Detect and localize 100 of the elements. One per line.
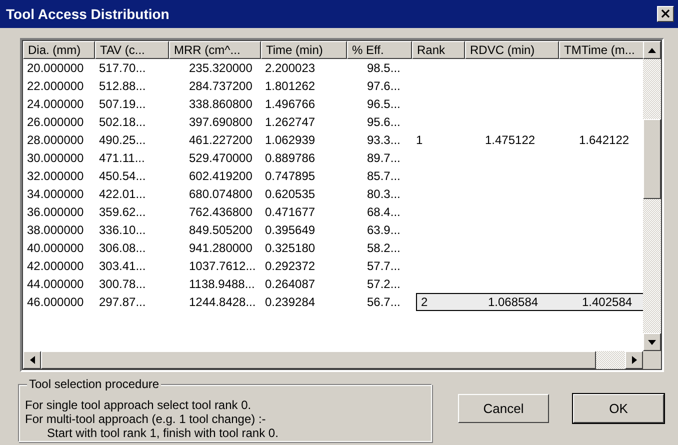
- table-cell: 303.41...: [99, 259, 146, 273]
- table-cell: 1244.8428...: [189, 295, 256, 309]
- table-cell: 68.4...: [367, 205, 400, 219]
- table-cell: 1: [416, 133, 423, 147]
- table-cell: 0.264087: [265, 277, 316, 291]
- table-cell: 40.000000: [27, 241, 84, 255]
- table-cell: 98.5...: [367, 61, 400, 75]
- table-cell: 20.000000: [27, 61, 84, 75]
- table-cell: 28.000000: [27, 133, 84, 147]
- table-cell: 58.2...: [367, 241, 400, 255]
- table-cell: 0.292372: [265, 259, 316, 273]
- table-cell: 38.000000: [27, 223, 84, 237]
- table-cell: 42.000000: [27, 259, 84, 273]
- table-cell: 284.737200: [189, 79, 252, 93]
- dialog-button[interactable]: OK: [573, 394, 664, 423]
- table-cell: 34.000000: [27, 187, 84, 201]
- table-cell: 1.402584: [582, 295, 632, 309]
- table-cell: 235.320000: [189, 61, 252, 75]
- instruction-text: Start with tool rank 1, finish with tool rank 0.: [46, 426, 280, 440]
- table-cell: 1138.9488...: [189, 277, 255, 291]
- down-arrow-icon: [648, 340, 656, 344]
- scrollbar-thumb[interactable]: [643, 119, 661, 199]
- table-cell: 762.436800: [189, 205, 252, 219]
- table-cell: 602.419200: [189, 169, 252, 183]
- table-cell: 1.068584: [488, 295, 538, 309]
- left-arrow-icon: [30, 356, 34, 364]
- table-cell: 89.7...: [367, 151, 400, 165]
- column-header[interactable]: Dia. (mm): [23, 41, 95, 59]
- table-cell: 85.7...: [367, 169, 400, 183]
- scroll-left-button[interactable]: [23, 351, 41, 369]
- table-cell: 941.280000: [189, 241, 252, 255]
- table-cell: 56.7...: [367, 295, 400, 309]
- close-button[interactable]: ×: [657, 6, 674, 22]
- column-header[interactable]: % Eff.: [347, 41, 412, 59]
- table-cell: 30.000000: [27, 151, 84, 165]
- table-cell: 24.000000: [27, 97, 84, 111]
- table-cell: 1.062939: [265, 133, 316, 147]
- table-cell: 471.11...: [99, 151, 145, 165]
- column-header[interactable]: RDVC (min): [465, 41, 559, 59]
- table-cell: 2: [421, 295, 428, 309]
- table-cell: 300.78...: [99, 277, 146, 291]
- table-cell: 63.9...: [367, 223, 400, 237]
- table-cell: 0.889786: [265, 151, 316, 165]
- right-arrow-icon: [632, 356, 636, 364]
- table-cell: 359.62...: [99, 205, 146, 219]
- table-cell: 57.7...: [367, 259, 400, 273]
- column-header[interactable]: MRR (cm^...: [169, 41, 261, 59]
- column-header[interactable]: Rank: [412, 41, 465, 59]
- table-cell: 517.70...: [99, 61, 146, 75]
- column-header[interactable]: Time (min): [261, 41, 347, 59]
- table-cell: 336.10...: [99, 223, 146, 237]
- table-cell: 22.000000: [27, 79, 84, 93]
- table-cell: 490.25...: [99, 133, 146, 147]
- table-cell: 1037.7612...: [189, 259, 256, 273]
- table-cell: 57.2...: [367, 277, 400, 291]
- table-cell: 0.471677: [265, 205, 316, 219]
- table-cell: 338.860800: [189, 97, 252, 111]
- table-cell: 529.470000: [189, 151, 252, 165]
- table-cell: 502.18...: [99, 115, 146, 129]
- group-title: Tool selection procedure: [27, 377, 162, 392]
- instruction-text: For multi-tool approach (e.g. 1 tool change) :-: [25, 412, 267, 426]
- table-cell: 32.000000: [27, 169, 84, 183]
- table-cell: 44.000000: [27, 277, 84, 291]
- table-cell: 849.505200: [189, 223, 252, 237]
- table-cell: 26.000000: [27, 115, 84, 129]
- table-cell: 0.325180: [265, 241, 316, 255]
- scroll-up-button[interactable]: [643, 41, 661, 59]
- dialog-button[interactable]: Cancel: [458, 394, 549, 423]
- table-cell: 80.3...: [367, 187, 400, 201]
- table-cell: 297.87...: [99, 295, 146, 309]
- table-cell: 450.54...: [99, 169, 146, 183]
- table-cell: 1.262747: [265, 115, 316, 129]
- table-cell: 397.690800: [189, 115, 252, 129]
- table-cell: 1.496766: [265, 97, 316, 111]
- table-cell: 0.747895: [265, 169, 316, 183]
- column-header[interactable]: TAV (c...: [95, 41, 169, 59]
- table-cell: 461.227200: [189, 133, 252, 147]
- instruction-text: For single tool approach select tool rank 0.: [25, 398, 252, 412]
- scrollbar-corner: [643, 351, 661, 369]
- up-arrow-icon: [648, 48, 656, 52]
- table-cell: 96.5...: [367, 97, 400, 111]
- table-cell: 0.239284: [265, 295, 316, 309]
- table-cell: 46.000000: [27, 295, 84, 309]
- table-cell: 0.395649: [265, 223, 316, 237]
- table-cell: 95.6...: [367, 115, 400, 129]
- table-cell: 1.475122: [485, 133, 536, 147]
- column-header[interactable]: TMTime (m...: [559, 41, 643, 59]
- window-title: Tool Access Distribution: [6, 6, 170, 22]
- table-cell: 93.3...: [367, 133, 400, 147]
- table-cell: 306.08...: [99, 241, 146, 255]
- scroll-right-button[interactable]: [625, 351, 643, 369]
- table-cell: 422.01...: [99, 187, 146, 201]
- table-cell: 0.620535: [265, 187, 316, 201]
- table-cell: 2.200023: [265, 61, 316, 75]
- scroll-down-button[interactable]: [643, 333, 661, 351]
- table-cell: 1.801262: [265, 79, 316, 93]
- table-cell: 512.88...: [99, 79, 146, 93]
- table-cell: 507.19...: [99, 97, 146, 111]
- table-cell: 680.074800: [189, 187, 252, 201]
- table-cell: 36.000000: [27, 205, 84, 219]
